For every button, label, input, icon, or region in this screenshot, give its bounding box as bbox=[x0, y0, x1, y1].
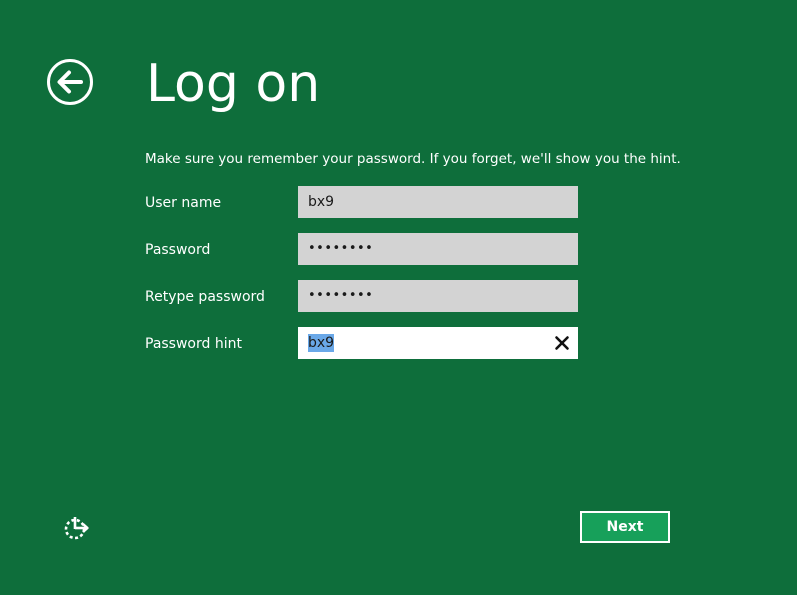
instruction-text: Make sure you remember your password. If… bbox=[145, 151, 681, 167]
page-title: Log on bbox=[146, 54, 321, 114]
password-value: •••••••• bbox=[308, 241, 374, 256]
username-field[interactable]: bx9 bbox=[298, 186, 578, 218]
username-label: User name bbox=[145, 195, 222, 211]
password-hint-field[interactable]: bx9 bbox=[298, 327, 578, 359]
retype-password-field[interactable]: •••••••• bbox=[298, 280, 578, 312]
ease-of-access-icon bbox=[64, 517, 89, 540]
ease-of-access-button[interactable] bbox=[63, 514, 91, 542]
close-icon bbox=[555, 336, 569, 350]
password-label: Password bbox=[145, 242, 211, 258]
username-value: bx9 bbox=[308, 194, 335, 210]
password-field[interactable]: •••••••• bbox=[298, 233, 578, 265]
retype-password-label: Retype password bbox=[145, 289, 265, 305]
password-hint-value: bx9 bbox=[308, 334, 335, 352]
password-hint-label: Password hint bbox=[145, 336, 242, 352]
clear-button[interactable] bbox=[552, 333, 572, 353]
back-button[interactable] bbox=[46, 58, 94, 106]
back-arrow-icon bbox=[47, 59, 93, 105]
next-button[interactable]: Next bbox=[580, 511, 670, 543]
retype-password-value: •••••••• bbox=[308, 288, 374, 303]
